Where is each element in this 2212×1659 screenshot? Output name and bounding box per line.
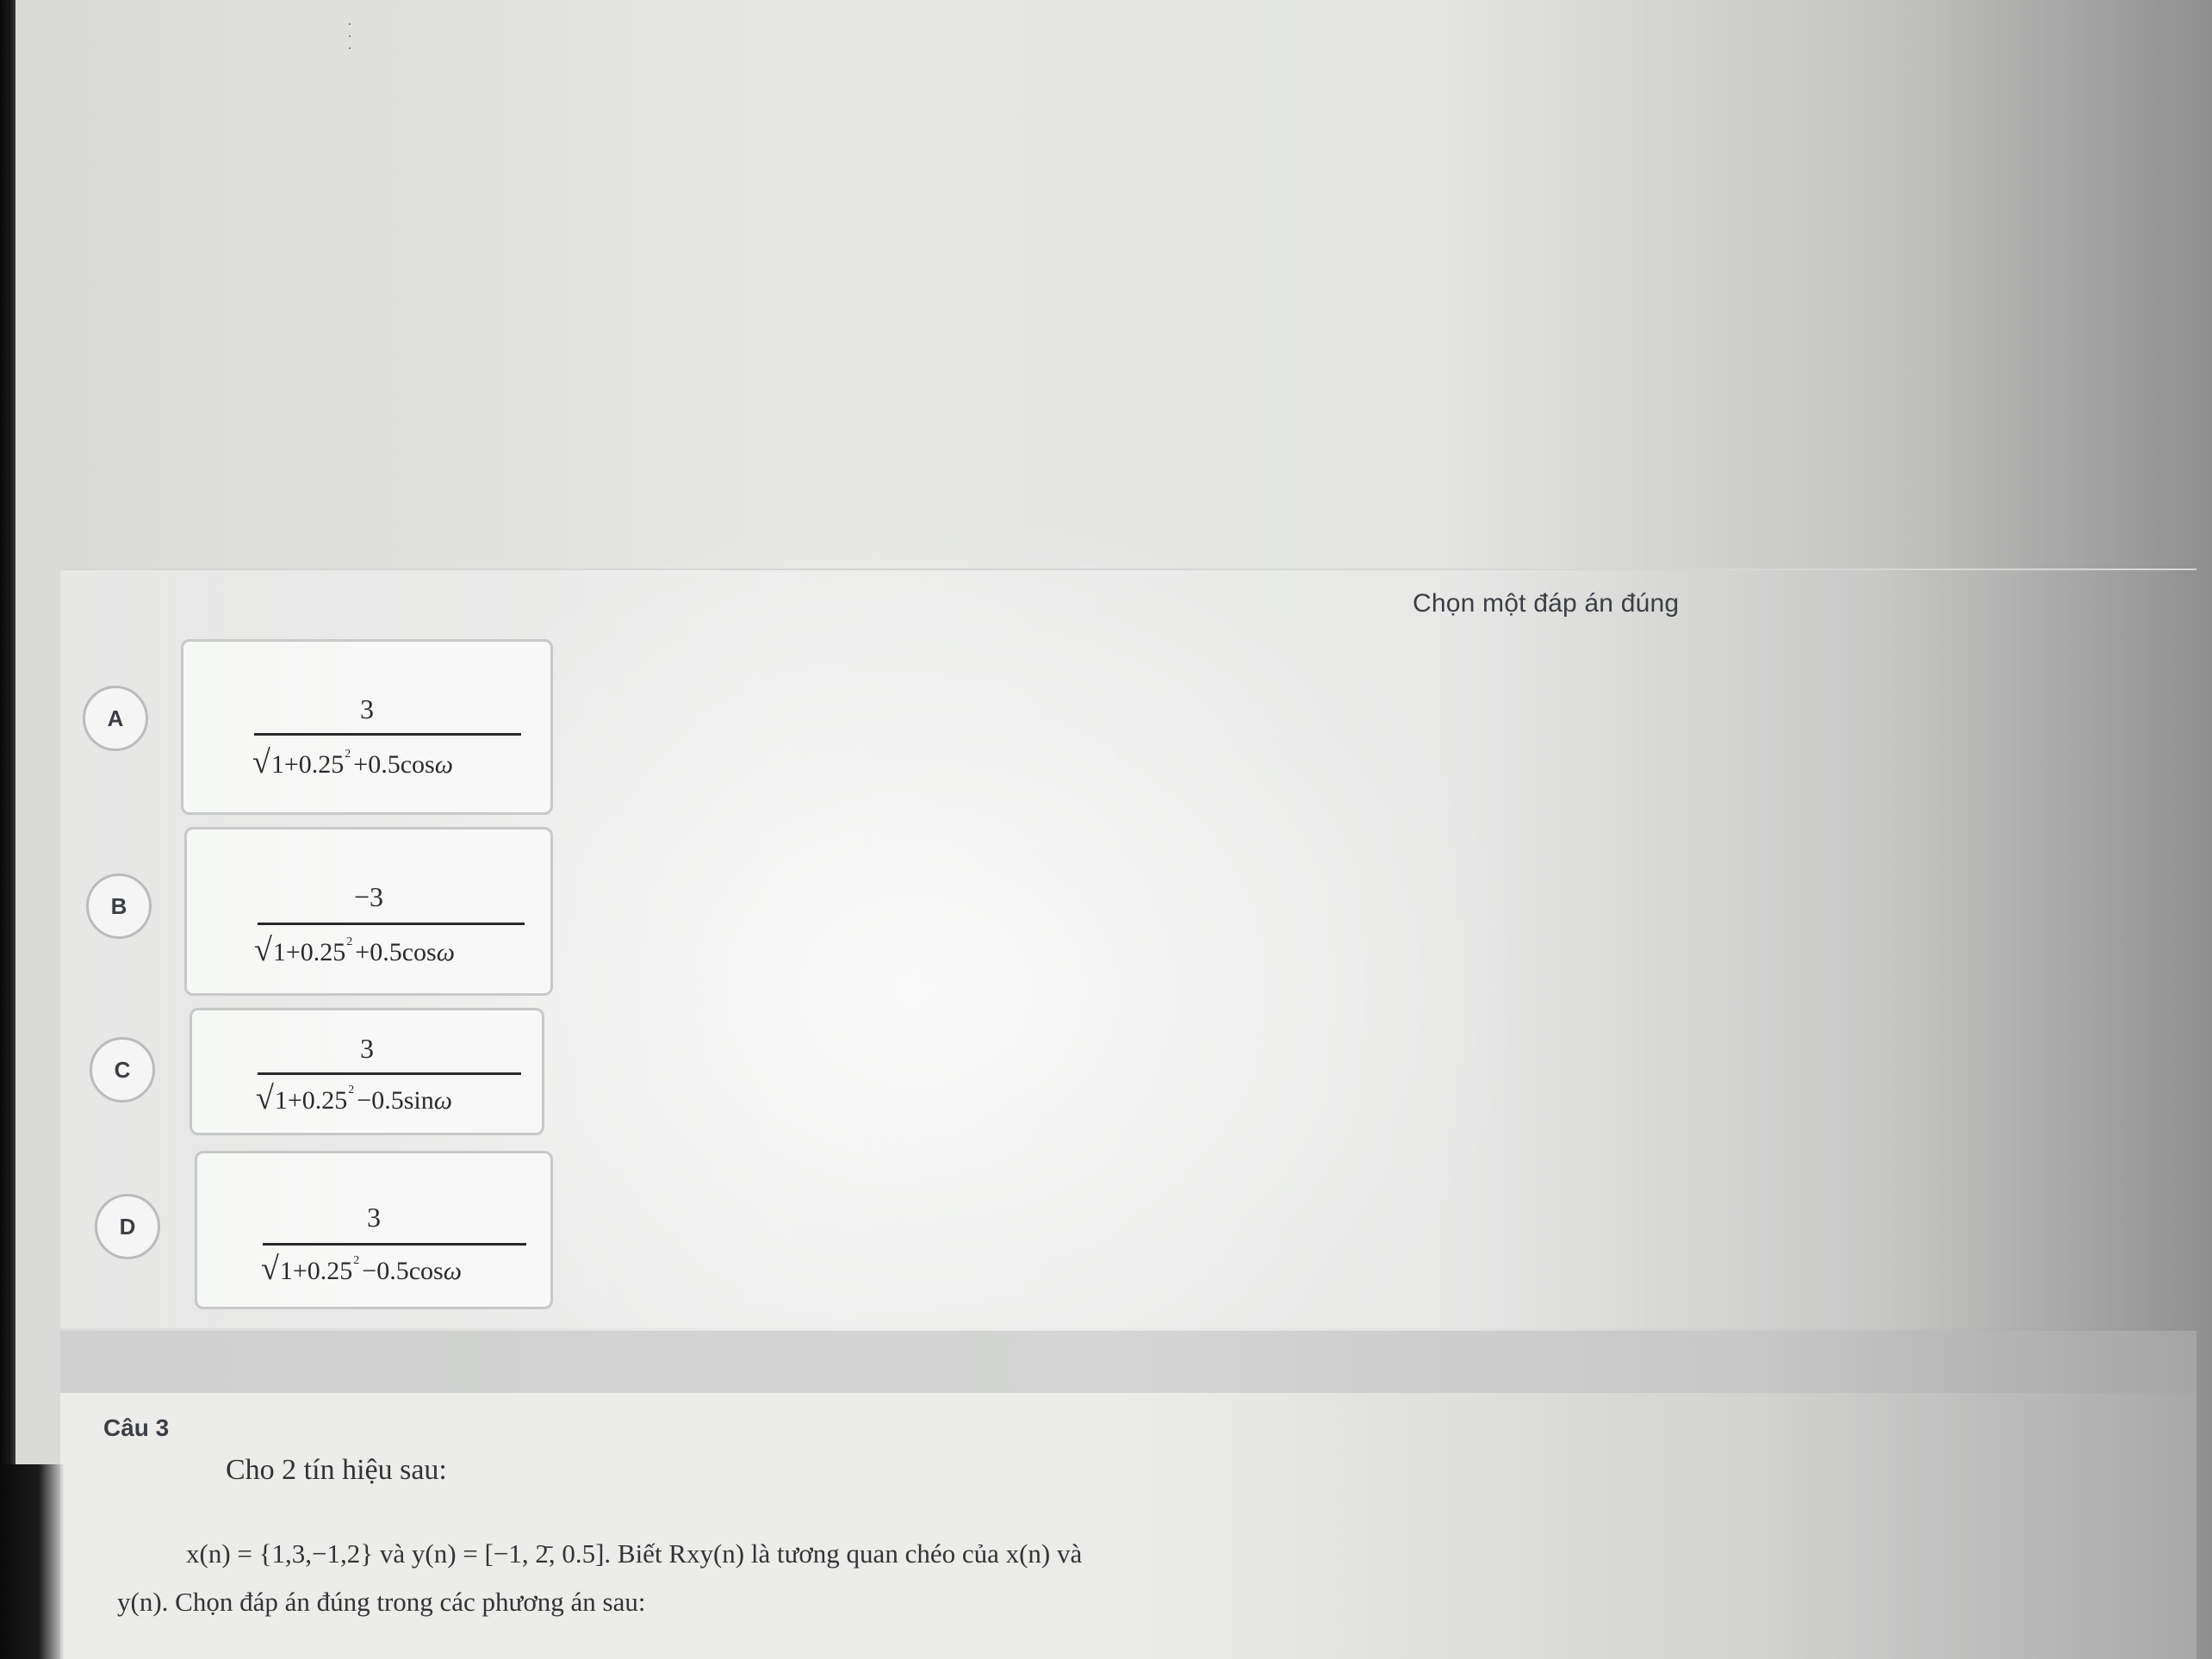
question-prompt: Chọn một đáp án đúng (1413, 589, 1680, 618)
den-post: −0.5sin (357, 1086, 434, 1115)
den-variable: ω (433, 1086, 452, 1115)
option-d-radio[interactable]: D (95, 1194, 160, 1259)
denominator: √1+0.252 −0.5cosω (261, 1250, 462, 1288)
monitor-bezel-corner (0, 1464, 65, 1659)
option-letter-label: C (114, 1056, 131, 1083)
den-variable: ω (434, 750, 453, 779)
sqrt-icon: √ (252, 744, 270, 780)
den-pre: 1+0.25 (270, 750, 345, 779)
numerator: 3 (360, 1033, 374, 1064)
question-line-2: y(n). Chọn đáp án đúng trong các phương … (117, 1587, 646, 1617)
option-c-radio[interactable]: C (90, 1037, 155, 1103)
option-d-answer[interactable]: 3 √1+0.252 −0.5cosω (195, 1151, 553, 1309)
option-letter-label: D (119, 1213, 136, 1240)
option-letter-label: A (107, 705, 124, 731)
question-intro: Cho 2 tín hiệu sau: (226, 1454, 447, 1486)
den-exponent: 2 (348, 1084, 355, 1097)
denominator: √1+0.252 +0.5cosω (254, 931, 455, 969)
den-variable: ω (436, 938, 455, 966)
numerator: 3 (360, 693, 374, 724)
option-c-answer[interactable]: 3 √1+0.252 −0.5sinω (190, 1008, 544, 1135)
fraction-bar (258, 923, 525, 925)
den-exponent: 2 (345, 748, 351, 761)
question-separator (60, 1331, 2196, 1393)
denominator: √1+0.252 −0.5sinω (256, 1079, 452, 1117)
menu-dots-icon: · · · (347, 15, 352, 56)
fraction: 3 √1+0.252 −0.5sinω (192, 1010, 542, 1133)
numerator: 3 (367, 1202, 381, 1233)
sqrt-icon: √ (261, 1251, 279, 1287)
next-question-card (60, 1393, 2196, 1659)
den-pre: 1+0.25 (279, 1257, 353, 1285)
fraction: −3 √1+0.252 +0.5cosω (187, 830, 550, 993)
den-post: −0.5cos (362, 1257, 444, 1285)
den-post: +0.5cos (355, 938, 437, 966)
den-variable: ω (443, 1257, 462, 1285)
sqrt-icon: √ (254, 932, 272, 968)
denominator: √1+0.252 +0.5cosω (252, 743, 453, 781)
monitor-bezel (0, 0, 16, 1659)
den-post: +0.5cos (353, 750, 435, 779)
den-pre: 1+0.25 (272, 938, 346, 966)
sqrt-icon: √ (256, 1080, 274, 1116)
option-b-radio[interactable]: B (86, 873, 152, 939)
den-pre: 1+0.25 (274, 1086, 348, 1115)
fraction: 3 √1+0.252 +0.5cosω (183, 642, 550, 812)
den-exponent: 2 (353, 1254, 360, 1267)
numerator: −3 (353, 881, 384, 912)
option-a-radio[interactable]: A (83, 686, 148, 751)
fraction-bar (258, 1072, 521, 1075)
question-line-1: x(n) = {1,3,−1,2} và y(n) = [−1, 2̄, 0.5… (186, 1538, 1083, 1569)
question-number: Câu 3 (103, 1414, 170, 1441)
den-exponent: 2 (346, 935, 353, 948)
fraction-bar (254, 733, 521, 736)
option-b-answer[interactable]: −3 √1+0.252 +0.5cosω (184, 827, 553, 996)
fraction-bar (263, 1243, 526, 1246)
fraction: 3 √1+0.252 −0.5cosω (197, 1153, 550, 1307)
option-a-answer[interactable]: 3 √1+0.252 +0.5cosω (181, 639, 553, 815)
option-letter-label: B (110, 892, 127, 919)
